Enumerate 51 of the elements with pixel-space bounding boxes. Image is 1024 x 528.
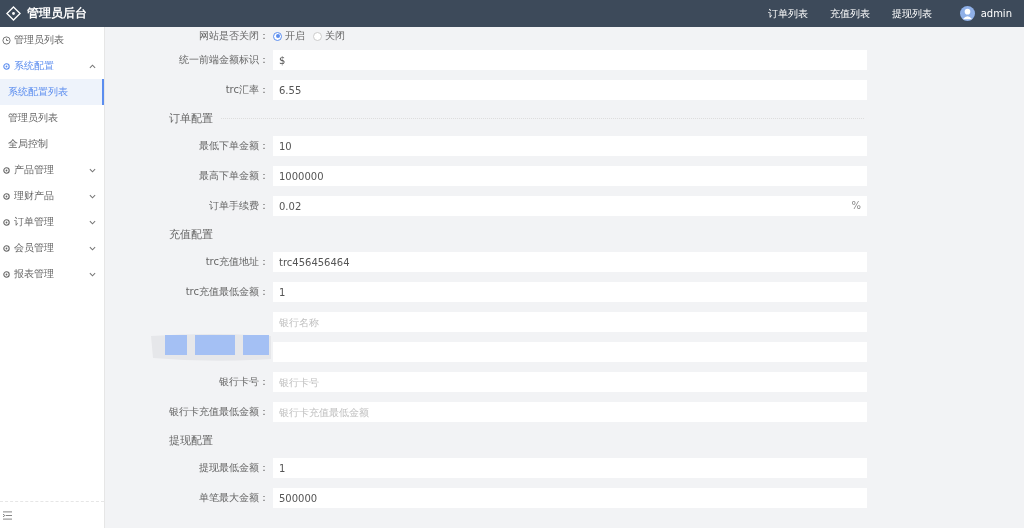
menu-item[interactable]: 管理员列表 [0, 27, 104, 53]
field-label: 统一前端金额标识： [178, 53, 269, 67]
input-field[interactable]: 6.55 [273, 80, 867, 100]
input-field[interactable]: 500000 [273, 488, 867, 508]
gear-icon [2, 165, 11, 175]
menu-item[interactable]: 全局控制 [0, 131, 104, 157]
section-title: 订单配置 [169, 110, 213, 126]
input-field[interactable]: $ [273, 50, 867, 70]
nav-link[interactable]: 订单列表 [767, 6, 808, 21]
menu-group[interactable]: 产品管理 [0, 157, 104, 183]
input-field[interactable]: 1 [273, 458, 867, 478]
field-label: 单笔最大金额： [198, 491, 269, 505]
input-field[interactable]: trc456456464 [273, 252, 867, 272]
menu-group[interactable]: 系统配置 [0, 53, 104, 79]
radio-option[interactable]: 开启 [273, 29, 305, 43]
field-label: trc充值地址： [204, 255, 269, 269]
gear-icon [2, 269, 11, 279]
nav-link[interactable]: 充值列表 [829, 6, 870, 21]
clock-icon [2, 35, 11, 45]
field-label: trc充值最低金额： [184, 285, 269, 299]
field-label: 银行卡充值最低金额： [168, 405, 269, 419]
field-label: 提现最低金额： [198, 461, 269, 475]
nav-link[interactable]: 提现列表 [891, 6, 932, 21]
gear-icon [2, 217, 11, 227]
menu-group[interactable]: 会员管理 [0, 235, 104, 261]
input-field[interactable]: 银行名称 [273, 312, 867, 332]
section-title: 充值配置 [169, 226, 213, 242]
gear-icon [2, 61, 11, 71]
field-label: 银行卡号： [218, 375, 269, 389]
input-field[interactable]: 1 [273, 282, 867, 302]
field-label: 订单手续费： [208, 199, 269, 213]
input-field[interactable]: 10 [273, 136, 867, 156]
diamond-logo-icon [6, 6, 21, 21]
field-label: trc汇率： [224, 83, 269, 97]
field-label: 网站是否关闭： [198, 29, 269, 43]
gear-icon [2, 243, 11, 253]
field-label: 最低下单金额： [198, 139, 269, 153]
unit-label: % [851, 200, 861, 211]
menu-item[interactable]: 管理员列表 [0, 105, 104, 131]
radio-option[interactable]: 关闭 [313, 29, 345, 43]
collapse-icon[interactable] [2, 510, 13, 520]
avatar-icon[interactable] [959, 6, 975, 21]
menu-group[interactable]: 理财产品 [0, 183, 104, 209]
menu-group[interactable]: 订单管理 [0, 209, 104, 235]
input-field[interactable]: 1000000 [273, 166, 867, 186]
user-name[interactable]: admin [980, 8, 1012, 19]
field-label: 最高下单金额： [198, 169, 269, 183]
menu-group[interactable]: 报表管理 [0, 261, 104, 287]
app-title: 管理员后台 [27, 5, 87, 22]
section-title: 提现配置 [169, 432, 213, 448]
gear-icon [2, 191, 11, 201]
